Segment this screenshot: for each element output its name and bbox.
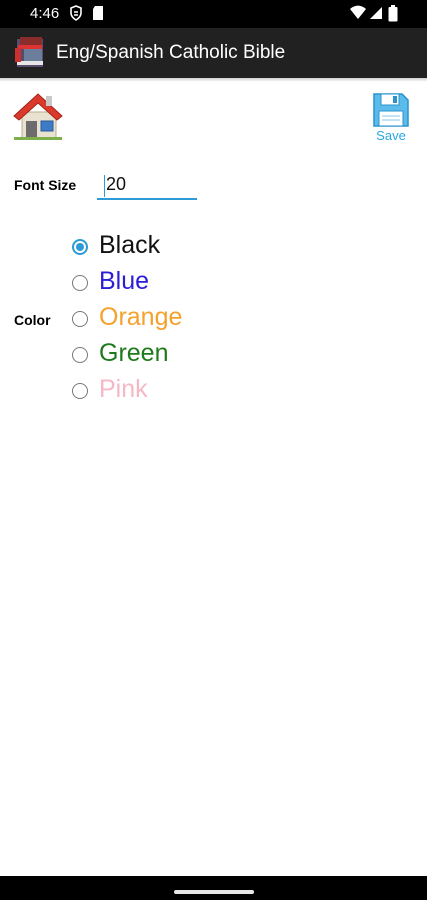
save-button[interactable]: Save [370, 92, 412, 146]
home-icon [13, 93, 63, 140]
bible-app-icon [15, 37, 43, 67]
app-bar: Eng/Spanish Catholic Bible [0, 28, 427, 78]
navigation-bar [0, 876, 427, 900]
app-bar-shadow [0, 78, 427, 82]
home-button[interactable] [12, 90, 64, 142]
radio-button[interactable] [72, 383, 88, 399]
status-time: 4:46 [30, 5, 60, 22]
font-size-input[interactable] [97, 170, 197, 200]
radio-label-orange: Orange [99, 303, 183, 331]
font-size-label: Font Size [14, 177, 77, 193]
radio-label-black: Black [99, 231, 161, 259]
color-label: Color [14, 312, 51, 328]
shield-notification-icon [70, 5, 82, 21]
radio-button[interactable] [72, 311, 88, 327]
radio-label-pink: Pink [99, 375, 148, 403]
save-label: Save [376, 128, 406, 143]
text-cursor [104, 175, 105, 197]
radio-label-green: Green [99, 339, 169, 367]
sd-card-icon [93, 6, 103, 20]
status-bar: 4:46 [0, 0, 427, 28]
radio-label-blue: Blue [99, 267, 150, 295]
radio-button-checked[interactable] [72, 239, 88, 255]
wifi-icon [350, 5, 366, 19]
battery-icon [388, 5, 398, 22]
cell-signal-icon [370, 7, 382, 19]
home-gesture-handle[interactable] [174, 890, 254, 894]
floppy-disk-icon [373, 93, 409, 127]
radio-button[interactable] [72, 347, 88, 363]
app-title: Eng/Spanish Catholic Bible [56, 42, 286, 63]
radio-button[interactable] [72, 275, 88, 291]
